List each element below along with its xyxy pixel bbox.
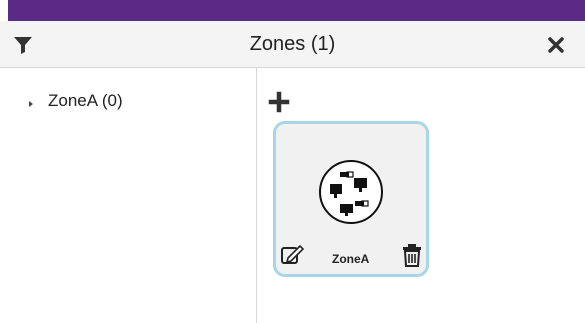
zones-header: Zones (1) — [0, 21, 585, 68]
plus-icon[interactable] — [268, 91, 290, 113]
purple-strip — [8, 0, 585, 21]
zones-panel: Zones (1) ZoneA (0) ZoneA — [0, 0, 585, 323]
pane-divider — [256, 68, 257, 323]
tree-item-zonea[interactable]: ZoneA (0) — [26, 90, 123, 112]
zone-card-name: ZoneA — [332, 252, 370, 266]
trash-icon[interactable] — [401, 242, 423, 268]
edit-icon[interactable] — [279, 242, 305, 266]
zone-card[interactable]: ZoneA — [273, 121, 429, 277]
close-icon[interactable] — [544, 33, 568, 57]
caret-right-icon[interactable] — [26, 96, 36, 107]
zones-tree: ZoneA (0) — [0, 68, 256, 323]
network-devices-icon — [316, 157, 386, 227]
top-bar — [0, 0, 585, 21]
page-title: Zones (1) — [249, 33, 336, 55]
filter-icon[interactable] — [11, 33, 35, 57]
tree-item-label: ZoneA (0) — [48, 91, 123, 110]
